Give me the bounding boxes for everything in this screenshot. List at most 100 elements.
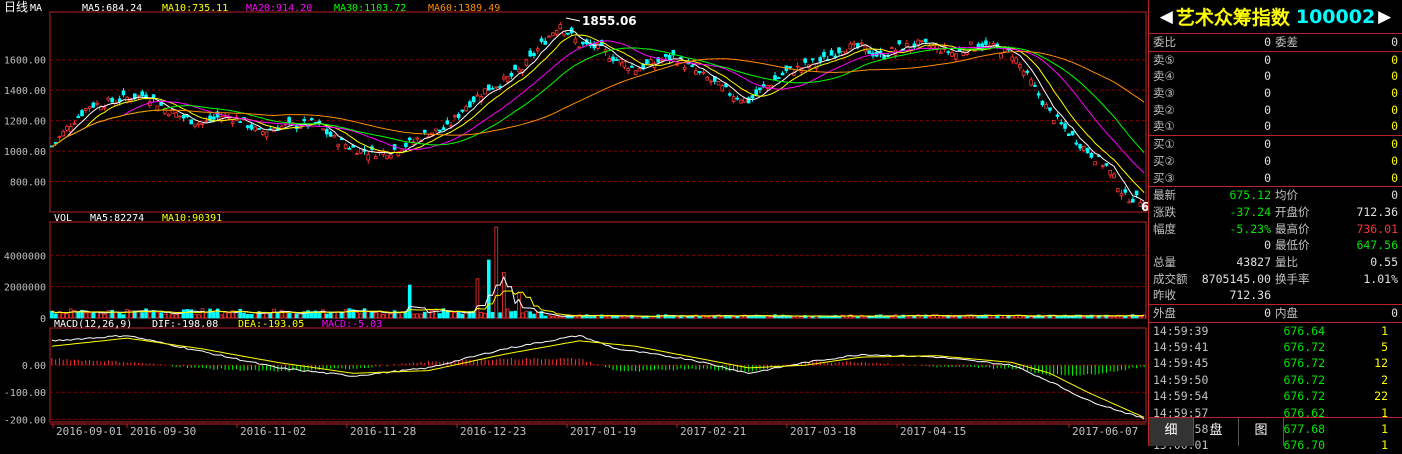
- chart-area[interactable]: 1600.00 1400.00 1200.00 1000.00 800.00 400000…: [0, 0, 1148, 446]
- volume-bar: [1085, 315, 1090, 319]
- volume-bar: [675, 316, 679, 319]
- candle-body: [140, 91, 145, 97]
- quote-label: 量比: [1275, 254, 1298, 269]
- candle-body: [441, 127, 446, 131]
- quote-value: -5.23%: [1229, 221, 1271, 236]
- volume-bar: [347, 308, 352, 319]
- volume-bar: [83, 312, 88, 319]
- sell-row: 卖① 0 0: [1149, 118, 1402, 135]
- volume-bar: [249, 314, 254, 319]
- sell-price: 0: [1264, 102, 1271, 117]
- candle-body: [166, 113, 171, 117]
- candle-body: [509, 72, 514, 77]
- volume-bar: [264, 312, 269, 319]
- candle-body: [102, 106, 107, 109]
- volume-bar: [125, 309, 130, 319]
- tick-row: 14:59:45 676.72 12: [1149, 355, 1402, 371]
- candle-body: [739, 99, 743, 104]
- y-tick-label: 800.00: [10, 178, 46, 189]
- quote-row: 最新 675.12 均价 0: [1149, 187, 1402, 204]
- candle-body: [1082, 146, 1086, 151]
- candle-body: [697, 71, 702, 73]
- candle-body: [769, 84, 774, 88]
- volume-bar: [731, 316, 736, 319]
- quote-label: 均价: [1275, 188, 1298, 203]
- volume-bar: [53, 313, 58, 319]
- volume-bar: [464, 312, 468, 319]
- volume-bar: [449, 311, 453, 319]
- sell-volume: 0: [1391, 86, 1398, 101]
- quote-label: 总量: [1153, 254, 1176, 269]
- index-title-bar: ◀ 艺术众筹指数 100002 ▶: [1149, 0, 1402, 34]
- candle-body: [486, 84, 491, 91]
- candle-body: [204, 120, 209, 123]
- quote-value: [1325, 287, 1402, 304]
- candle-body: [471, 96, 476, 103]
- candle-body: [468, 101, 472, 108]
- index-name: 艺术众筹指数: [1175, 7, 1290, 29]
- candle-body: [920, 40, 924, 43]
- volume-bar: [287, 313, 291, 319]
- tick-price: 676.72: [1283, 389, 1325, 404]
- candle-body: [434, 128, 438, 132]
- tab-2[interactable]: 盘: [1194, 418, 1239, 446]
- buy-row: 买① 0 0: [1149, 136, 1402, 153]
- candle-body: [859, 42, 864, 45]
- volume-bar: [498, 312, 502, 319]
- candle-body: [645, 59, 649, 65]
- volume-bar: [174, 314, 178, 319]
- candle-body: [464, 106, 468, 112]
- candle-body: [1070, 130, 1075, 136]
- volume-bar: [607, 315, 612, 319]
- volume-bar: [792, 316, 796, 319]
- volume-bar: [1112, 316, 1116, 319]
- volume-bar: [460, 313, 465, 319]
- committee-section: 委比 0 委差 0: [1149, 34, 1402, 52]
- candle-body: [788, 66, 792, 69]
- panel-frame: [49, 221, 1147, 319]
- x-tick-label: 2017-02-21: [680, 425, 746, 438]
- volume-bar: [562, 316, 566, 319]
- quote-value: 0: [1391, 188, 1398, 203]
- candle-body: [328, 132, 333, 137]
- candle-body: [193, 123, 197, 127]
- volume-bar: [735, 316, 740, 319]
- tick-price: 676.72: [1283, 356, 1325, 371]
- candle-body: [87, 106, 92, 109]
- candle-body: [415, 137, 420, 140]
- volume-bar: [317, 312, 322, 319]
- candle-body: [121, 90, 126, 96]
- volume-bar: [200, 308, 205, 319]
- next-arrow-icon[interactable]: ▶: [1378, 7, 1391, 27]
- candle-body: [57, 136, 62, 138]
- candle-body: [1115, 188, 1120, 193]
- candle-body: [852, 42, 856, 45]
- candle-body: [1036, 93, 1041, 96]
- candle-body: [897, 40, 902, 45]
- volume-bar: [950, 316, 954, 319]
- prev-arrow-icon[interactable]: ◀: [1160, 7, 1173, 27]
- buy-label: 买②: [1153, 153, 1175, 168]
- candle-body: [667, 54, 672, 61]
- price-ma20-line: [51, 40, 1145, 174]
- volume-bar: [272, 308, 276, 319]
- candle-body: [720, 85, 725, 92]
- index-code: 100002: [1295, 5, 1376, 28]
- volume-bar: [117, 312, 122, 319]
- volume-bar: [242, 312, 246, 319]
- tick-volume: 1: [1381, 323, 1388, 338]
- candle-body: [716, 81, 721, 86]
- candle-body: [1029, 79, 1033, 86]
- candle-body: [1131, 198, 1135, 203]
- buy-label: 买③: [1153, 170, 1175, 185]
- candle-body: [178, 115, 182, 118]
- kline-chart[interactable]: 1600.00 1400.00 1200.00 1000.00 800.00 400000…: [0, 0, 1148, 446]
- candle-body: [1134, 190, 1139, 196]
- tab-3[interactable]: 图: [1239, 418, 1284, 446]
- candle-body: [543, 40, 548, 45]
- volume-bar: [245, 314, 250, 319]
- volume-bar: [453, 312, 457, 319]
- tab-1[interactable]: 细: [1149, 418, 1194, 446]
- sell-row: 卖③ 0 0: [1149, 85, 1402, 102]
- x-tick-label: 2017-01-19: [570, 425, 636, 438]
